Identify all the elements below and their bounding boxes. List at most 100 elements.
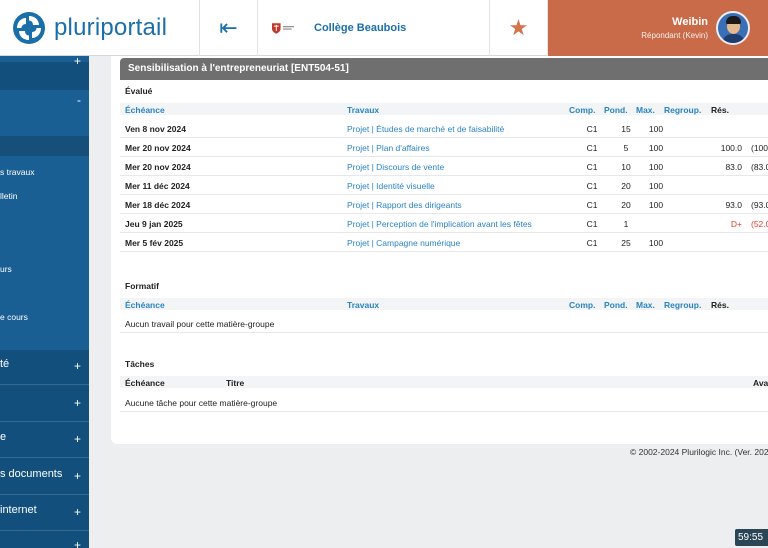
col-avancement[interactable]: Ava xyxy=(753,378,768,388)
avatar[interactable] xyxy=(716,11,750,45)
row-type: Projet xyxy=(347,181,370,191)
row-name: Campagne numérique xyxy=(376,238,461,248)
school-selector[interactable]: Collège Beaubois xyxy=(258,0,490,56)
row-max: 100 xyxy=(648,162,664,172)
row-pct: (83.0% xyxy=(751,162,768,172)
col-echeance[interactable]: Échéance xyxy=(125,300,165,310)
row-travail-link[interactable]: Projet | Rapport des dirigeants xyxy=(347,200,462,210)
col-echeance[interactable]: Échéance xyxy=(125,378,165,388)
col-pond[interactable]: Pond. xyxy=(604,105,628,115)
sidebar: + - s travaux lletin urs e cours té + + … xyxy=(0,56,89,548)
sidebar-item-12[interactable]: + xyxy=(0,538,89,548)
table-row: Ven 8 nov 2024 Projet | Études de marché … xyxy=(120,119,768,138)
row-name: Perception de l'implication avant les fê… xyxy=(376,219,532,229)
user-menu[interactable]: Weibin Répondant (Kevin) xyxy=(548,0,768,56)
table-row: Mer 18 déc 2024 Projet | Rapport des diri… xyxy=(120,195,768,214)
col-echeance[interactable]: Échéance xyxy=(125,105,165,115)
row-travail-link[interactable]: Projet | Perception de l'implication ava… xyxy=(347,219,532,229)
sidebar-item-2[interactable]: - xyxy=(0,90,89,136)
row-date: Mer 11 déc 2024 xyxy=(125,181,190,191)
row-comp: C1 xyxy=(586,181,598,191)
logo-text: pluriportail xyxy=(54,14,168,41)
sidebar-item-label: e cours xyxy=(0,312,28,322)
user-role: Répondant (Kevin) xyxy=(641,31,708,40)
sidebar-item-travaux[interactable]: s travaux xyxy=(0,167,89,183)
row-pond: 25 xyxy=(621,238,631,248)
row-type: Projet xyxy=(347,200,370,210)
row-travail-link[interactable]: Projet | Campagne numérique xyxy=(347,238,460,248)
row-travail-link[interactable]: Projet | Discours de vente xyxy=(347,162,444,172)
star-icon: ★ xyxy=(508,15,529,40)
row-max: 100 xyxy=(648,143,664,153)
row-type: Projet xyxy=(347,124,370,134)
row-comp: C1 xyxy=(586,238,598,248)
row-pond: 1 xyxy=(623,219,629,229)
row-travail-link[interactable]: Projet | Identité visuelle xyxy=(347,181,435,191)
col-regroup[interactable]: Regroup. xyxy=(664,105,701,115)
expand-icon: + xyxy=(73,505,81,519)
col-titre[interactable]: Titre xyxy=(226,378,244,388)
row-comp: C1 xyxy=(586,162,598,172)
row-comp: C1 xyxy=(586,219,598,229)
col-comp[interactable]: Comp. xyxy=(569,300,595,310)
row-date: Mer 20 nov 2024 xyxy=(125,143,191,153)
expand-icon: + xyxy=(73,359,81,373)
row-res: D+ xyxy=(730,219,742,229)
row-date: Mer 18 déc 2024 xyxy=(125,200,191,210)
sidebar-item-label: internet xyxy=(0,504,37,516)
pluriportail-logo-icon xyxy=(13,12,45,44)
favorites-button[interactable]: ★ xyxy=(490,0,548,56)
empty-message: Aucun travail pour cette matière-groupe xyxy=(125,319,275,329)
col-pond[interactable]: Pond. xyxy=(604,300,628,310)
row-date: Jeu 9 jan 2025 xyxy=(125,219,183,229)
top-header: pluriportail ⇤ Collège Beaubois ★ Weibin… xyxy=(0,0,768,56)
expand-icon: + xyxy=(73,396,81,410)
col-max[interactable]: Max. xyxy=(636,105,655,115)
row-date: Mer 5 fév 2025 xyxy=(125,238,184,248)
row-date: Mer 20 nov 2024 xyxy=(125,162,191,172)
row-max: 100 xyxy=(648,200,664,210)
col-travaux[interactable]: Travaux xyxy=(347,105,379,115)
row-type: Projet xyxy=(347,238,370,248)
expand-icon: + xyxy=(73,538,81,548)
col-comp[interactable]: Comp. xyxy=(569,105,595,115)
row-name: Discours de vente xyxy=(376,162,445,172)
col-max[interactable]: Max. xyxy=(636,300,655,310)
row-pond: 15 xyxy=(621,124,631,134)
table-row: Mer 20 nov 2024 Projet | Plan d'affaires C… xyxy=(120,138,768,157)
sidebar-item-1[interactable]: + xyxy=(0,56,89,90)
row-travail-link[interactable]: Projet | Études de marché et de faisabil… xyxy=(347,124,504,134)
course-title: Sensibilisation à l'entrepreneuriat [ENT… xyxy=(120,58,768,80)
section-title-taches: Tâches xyxy=(125,359,155,369)
sidebar-item-bulletin[interactable]: lletin xyxy=(0,191,89,207)
sidebar-item-cours[interactable]: urs xyxy=(0,264,89,280)
col-regroup[interactable]: Regroup. xyxy=(664,300,701,310)
row-pond: 10 xyxy=(621,162,631,172)
section-title-formatif: Formatif xyxy=(125,281,159,291)
sidebar-item-9[interactable]: e + xyxy=(0,431,89,453)
sidebar-item-communaute[interactable]: té + xyxy=(0,358,89,380)
expand-icon: + xyxy=(73,432,81,446)
section-title-evalue: Évalué xyxy=(125,86,153,96)
collapse-menu-icon: ⇤ xyxy=(219,15,238,40)
row-name: Identité visuelle xyxy=(376,181,435,191)
row-res: 93.0 xyxy=(725,200,742,210)
row-pond: 20 xyxy=(621,200,631,210)
collapse-menu-button[interactable]: ⇤ xyxy=(200,0,258,56)
row-max: 100 xyxy=(648,238,664,248)
row-travail-link[interactable]: Projet | Plan d'affaires xyxy=(347,143,430,153)
course-card: Sensibilisation à l'entrepreneuriat [ENT… xyxy=(111,56,768,444)
row-pct: (100.0% xyxy=(751,143,768,153)
sidebar-item-internet[interactable]: internet + xyxy=(0,504,89,526)
sidebar-item-8[interactable]: + xyxy=(0,395,89,417)
school-crest-icon xyxy=(272,21,294,35)
row-comp: C1 xyxy=(586,200,598,210)
row-pct: (93.0% xyxy=(751,200,768,210)
row-comp: C1 xyxy=(586,124,598,134)
sidebar-item-documents[interactable]: s documents + xyxy=(0,468,89,490)
row-max: 100 xyxy=(648,181,664,191)
sidebar-item-horaire-cours[interactable]: e cours xyxy=(0,312,89,328)
col-travaux[interactable]: Travaux xyxy=(347,300,379,310)
row-comp: C1 xyxy=(586,143,598,153)
pluriportail-logo[interactable]: pluriportail xyxy=(0,0,200,56)
